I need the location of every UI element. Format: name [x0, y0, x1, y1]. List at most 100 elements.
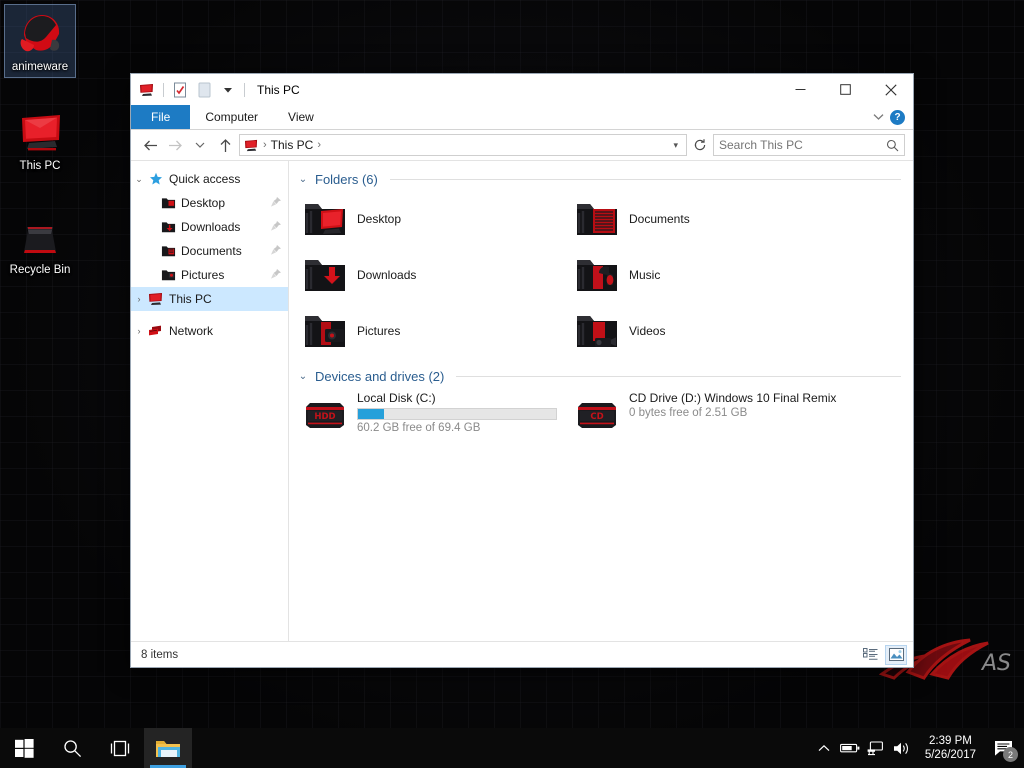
sidebar-item-label: Documents	[181, 244, 242, 258]
desktop-icon-animeware[interactable]: animeware	[4, 4, 76, 78]
folder-tile-pictures[interactable]: Pictures	[297, 303, 569, 359]
title-separator	[244, 82, 245, 97]
refresh-button[interactable]	[690, 134, 710, 156]
folder-pictures-icon	[159, 268, 177, 282]
battery-icon-button[interactable]	[837, 728, 863, 768]
search-box[interactable]	[713, 134, 905, 156]
qat-this-pc-icon[interactable]	[137, 80, 157, 100]
close-button[interactable]	[868, 74, 913, 105]
sidebar-item-quick-access[interactable]: ⌄ Quick access	[131, 167, 288, 191]
folder-tile-music[interactable]: Music	[569, 247, 841, 303]
qat-customize-icon[interactable]	[218, 80, 238, 100]
clock[interactable]: 2:39 PM 5/26/2017	[915, 728, 986, 768]
recycle-bin-icon	[24, 227, 56, 253]
tab-view[interactable]: View	[273, 105, 329, 129]
maximize-button[interactable]	[823, 74, 868, 105]
desktop-icon-this-pc[interactable]: This PC	[4, 104, 76, 176]
large-icons-view-button[interactable]	[885, 644, 907, 665]
back-button[interactable]	[139, 134, 161, 156]
sidebar-item-downloads[interactable]: Downloads	[131, 215, 288, 239]
window-controls	[778, 74, 913, 105]
svg-text:AS: AS	[980, 651, 1011, 676]
chevron-down-icon[interactable]: ⌄	[297, 174, 309, 185]
show-hidden-icons-button[interactable]	[811, 728, 837, 768]
folder-documents-icon	[577, 204, 617, 235]
sidebar-item-pictures[interactable]: Pictures	[131, 263, 288, 287]
up-button[interactable]	[214, 134, 236, 156]
tab-computer[interactable]: Computer	[190, 105, 273, 129]
star-icon	[147, 172, 165, 186]
folder-tile-label: Pictures	[357, 324, 401, 338]
system-tray: 2:39 PM 5/26/2017 2	[811, 728, 1024, 768]
clock-time: 2:39 PM	[929, 735, 972, 747]
folder-tile-desktop[interactable]: Desktop	[297, 191, 569, 247]
address-dropdown-icon[interactable]: ▾	[673, 140, 682, 151]
search-input[interactable]	[719, 138, 886, 152]
search-icon[interactable]	[886, 139, 899, 152]
sidebar-item-this-pc[interactable]: › This PC	[131, 287, 288, 311]
action-center-button[interactable]: 2	[986, 728, 1020, 768]
breadcrumb-this-pc[interactable]: This PC	[271, 138, 314, 152]
chevron-down-icon[interactable]	[873, 113, 884, 121]
network-icon-button[interactable]	[863, 728, 889, 768]
group-header-folders[interactable]: ⌄ Folders (6)	[297, 172, 901, 187]
arrow-up-icon	[220, 138, 230, 152]
navigation-pane: ⌄ Quick access Desktop Downloads Documen…	[131, 161, 289, 641]
breadcrumb-separator-end[interactable]: ›	[317, 139, 321, 151]
folder-music-icon	[577, 260, 617, 291]
cd-icon: CD	[578, 403, 616, 428]
desktop-icon-recycle-bin[interactable]: Recycle Bin	[4, 208, 76, 280]
folder-tile-videos[interactable]: Videos	[569, 303, 841, 359]
qat-new-folder-icon[interactable]	[194, 80, 214, 100]
file-explorer-taskbar-button[interactable]	[144, 728, 192, 768]
minimize-button[interactable]	[778, 74, 823, 105]
help-button[interactable]: ?	[890, 109, 905, 125]
volume-icon-button[interactable]	[889, 728, 915, 768]
expander-icon[interactable]: ›	[131, 294, 147, 304]
ribbon-right-controls: ?	[873, 105, 913, 129]
sidebar-item-desktop[interactable]: Desktop	[131, 191, 288, 215]
pin-icon[interactable]	[270, 220, 282, 235]
folder-tile-label: Downloads	[357, 268, 417, 282]
start-button[interactable]	[0, 728, 48, 768]
folder-tile-documents[interactable]: Documents	[569, 191, 841, 247]
task-view-button[interactable]	[96, 728, 144, 768]
folder-pictures-icon	[305, 316, 345, 347]
chevron-down-icon[interactable]: ⌄	[297, 371, 309, 382]
drive-tile-cd-drive-d[interactable]: CD CD Drive (D:) Windows 10 Final Remix …	[569, 388, 841, 440]
network-icon	[147, 324, 165, 338]
pin-icon[interactable]	[270, 196, 282, 211]
chevron-up-icon	[818, 744, 830, 751]
windows-logo-icon	[14, 738, 34, 758]
hdd-icon: HDD	[306, 403, 344, 428]
tab-file[interactable]: File	[131, 105, 191, 129]
recent-locations-button[interactable]	[189, 134, 211, 156]
address-bar[interactable]: › This PC › ▾	[239, 134, 687, 156]
sidebar-item-label: Quick access	[169, 172, 241, 186]
sidebar-item-label: Downloads	[181, 220, 241, 234]
details-view-button[interactable]	[859, 645, 881, 665]
status-bar: 8 items	[131, 641, 913, 667]
close-icon	[884, 83, 897, 96]
maximize-icon	[840, 84, 851, 95]
folder-documents-icon	[159, 244, 177, 258]
drive-tile-local-disk-c[interactable]: HDD Local Disk (C:) 60.2 GB free of 69.4…	[297, 388, 569, 440]
chevron-down-icon	[224, 87, 232, 93]
drive-free-space: 60.2 GB free of 69.4 GB	[357, 422, 481, 434]
expander-icon[interactable]: ⌄	[131, 174, 147, 185]
qat-properties-icon[interactable]	[170, 80, 190, 100]
file-explorer-window: This PC File Computer View ? › This PC ›…	[130, 73, 914, 668]
search-icon	[63, 739, 81, 757]
expander-icon[interactable]: ›	[131, 326, 147, 336]
folder-tile-downloads[interactable]: Downloads	[297, 247, 569, 303]
sidebar-item-label: Pictures	[181, 268, 225, 282]
sidebar-item-documents[interactable]: Documents	[131, 239, 288, 263]
pin-icon[interactable]	[270, 244, 282, 259]
search-button[interactable]	[48, 728, 96, 768]
forward-button[interactable]	[164, 134, 186, 156]
pin-icon[interactable]	[270, 268, 282, 283]
sidebar-item-network[interactable]: › Network	[131, 319, 288, 343]
group-header-devices[interactable]: ⌄ Devices and drives (2)	[297, 369, 901, 384]
drive-icon-label: CD	[590, 412, 603, 422]
folder-downloads-icon	[159, 220, 177, 234]
